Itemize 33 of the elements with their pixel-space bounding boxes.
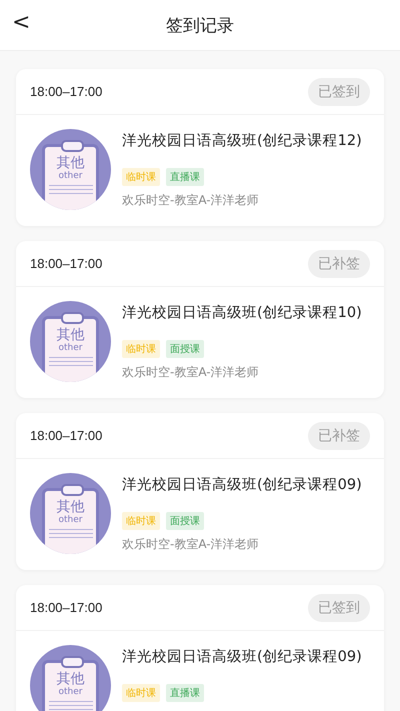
course-tag: 临时课 [122,340,160,358]
page-title: 签到记录 [166,14,234,36]
course-title: 洋光校园日语高级班(创纪录课程12) [122,132,362,150]
course-tag: 面授课 [166,512,204,530]
time-range: 18:00–17:00 [30,256,102,271]
status-badge: 已补签 [308,422,370,450]
course-tag: 临时课 [122,512,160,530]
course-tag: 直播课 [166,168,204,186]
course-title: 洋光校园日语高级班(创纪录课程09) [122,648,362,666]
time-range: 18:00–17:00 [30,600,102,615]
course-tag: 临时课 [122,684,160,702]
course-title: 洋光校园日语高级班(创纪录课程09) [122,476,362,494]
class-location: 欢乐时空-教室A-洋洋老师 [122,192,260,209]
status-badge: 已签到 [308,78,370,106]
record-card[interactable]: 18:00–17:00 已签到 其他 other 洋光校园日语高级班(创纪录课程12) 临时课 直播课 欢乐时空-教室A-洋洋老师 [16,69,384,226]
class-location: 欢乐时空-教室A-洋洋老师 [122,364,260,381]
back-button[interactable]: < [12,10,30,35]
record-card[interactable]: 18:00–17:00 已补签 其他 other 洋光校园日语高级班(创纪录课程10) 临时课 面授课 欢乐时空-教室A-洋洋老师 [16,241,384,398]
course-avatar: 其他 other [30,473,111,554]
time-range: 18:00–17:00 [30,428,102,443]
course-avatar: 其他 other [30,129,111,210]
record-card[interactable]: 18:00–17:00 已签到 其他 other 洋光校园日语高级班(创纪录课程09) 临时课 直播课 [16,585,384,711]
course-tag: 直播课 [166,684,204,702]
status-badge: 已签到 [308,594,370,622]
status-badge: 已补签 [308,250,370,278]
course-title: 洋光校园日语高级班(创纪录课程10) [122,304,362,322]
record-card[interactable]: 18:00–17:00 已补签 其他 other 洋光校园日语高级班(创纪录课程09) 临时课 面授课 欢乐时空-教室A-洋洋老师 [16,413,384,570]
time-range: 18:00–17:00 [30,84,102,99]
course-tag: 临时课 [122,168,160,186]
course-avatar: 其他 other [30,645,111,711]
course-tag: 面授课 [166,340,204,358]
class-location: 欢乐时空-教室A-洋洋老师 [122,536,260,553]
course-avatar: 其他 other [30,301,111,382]
